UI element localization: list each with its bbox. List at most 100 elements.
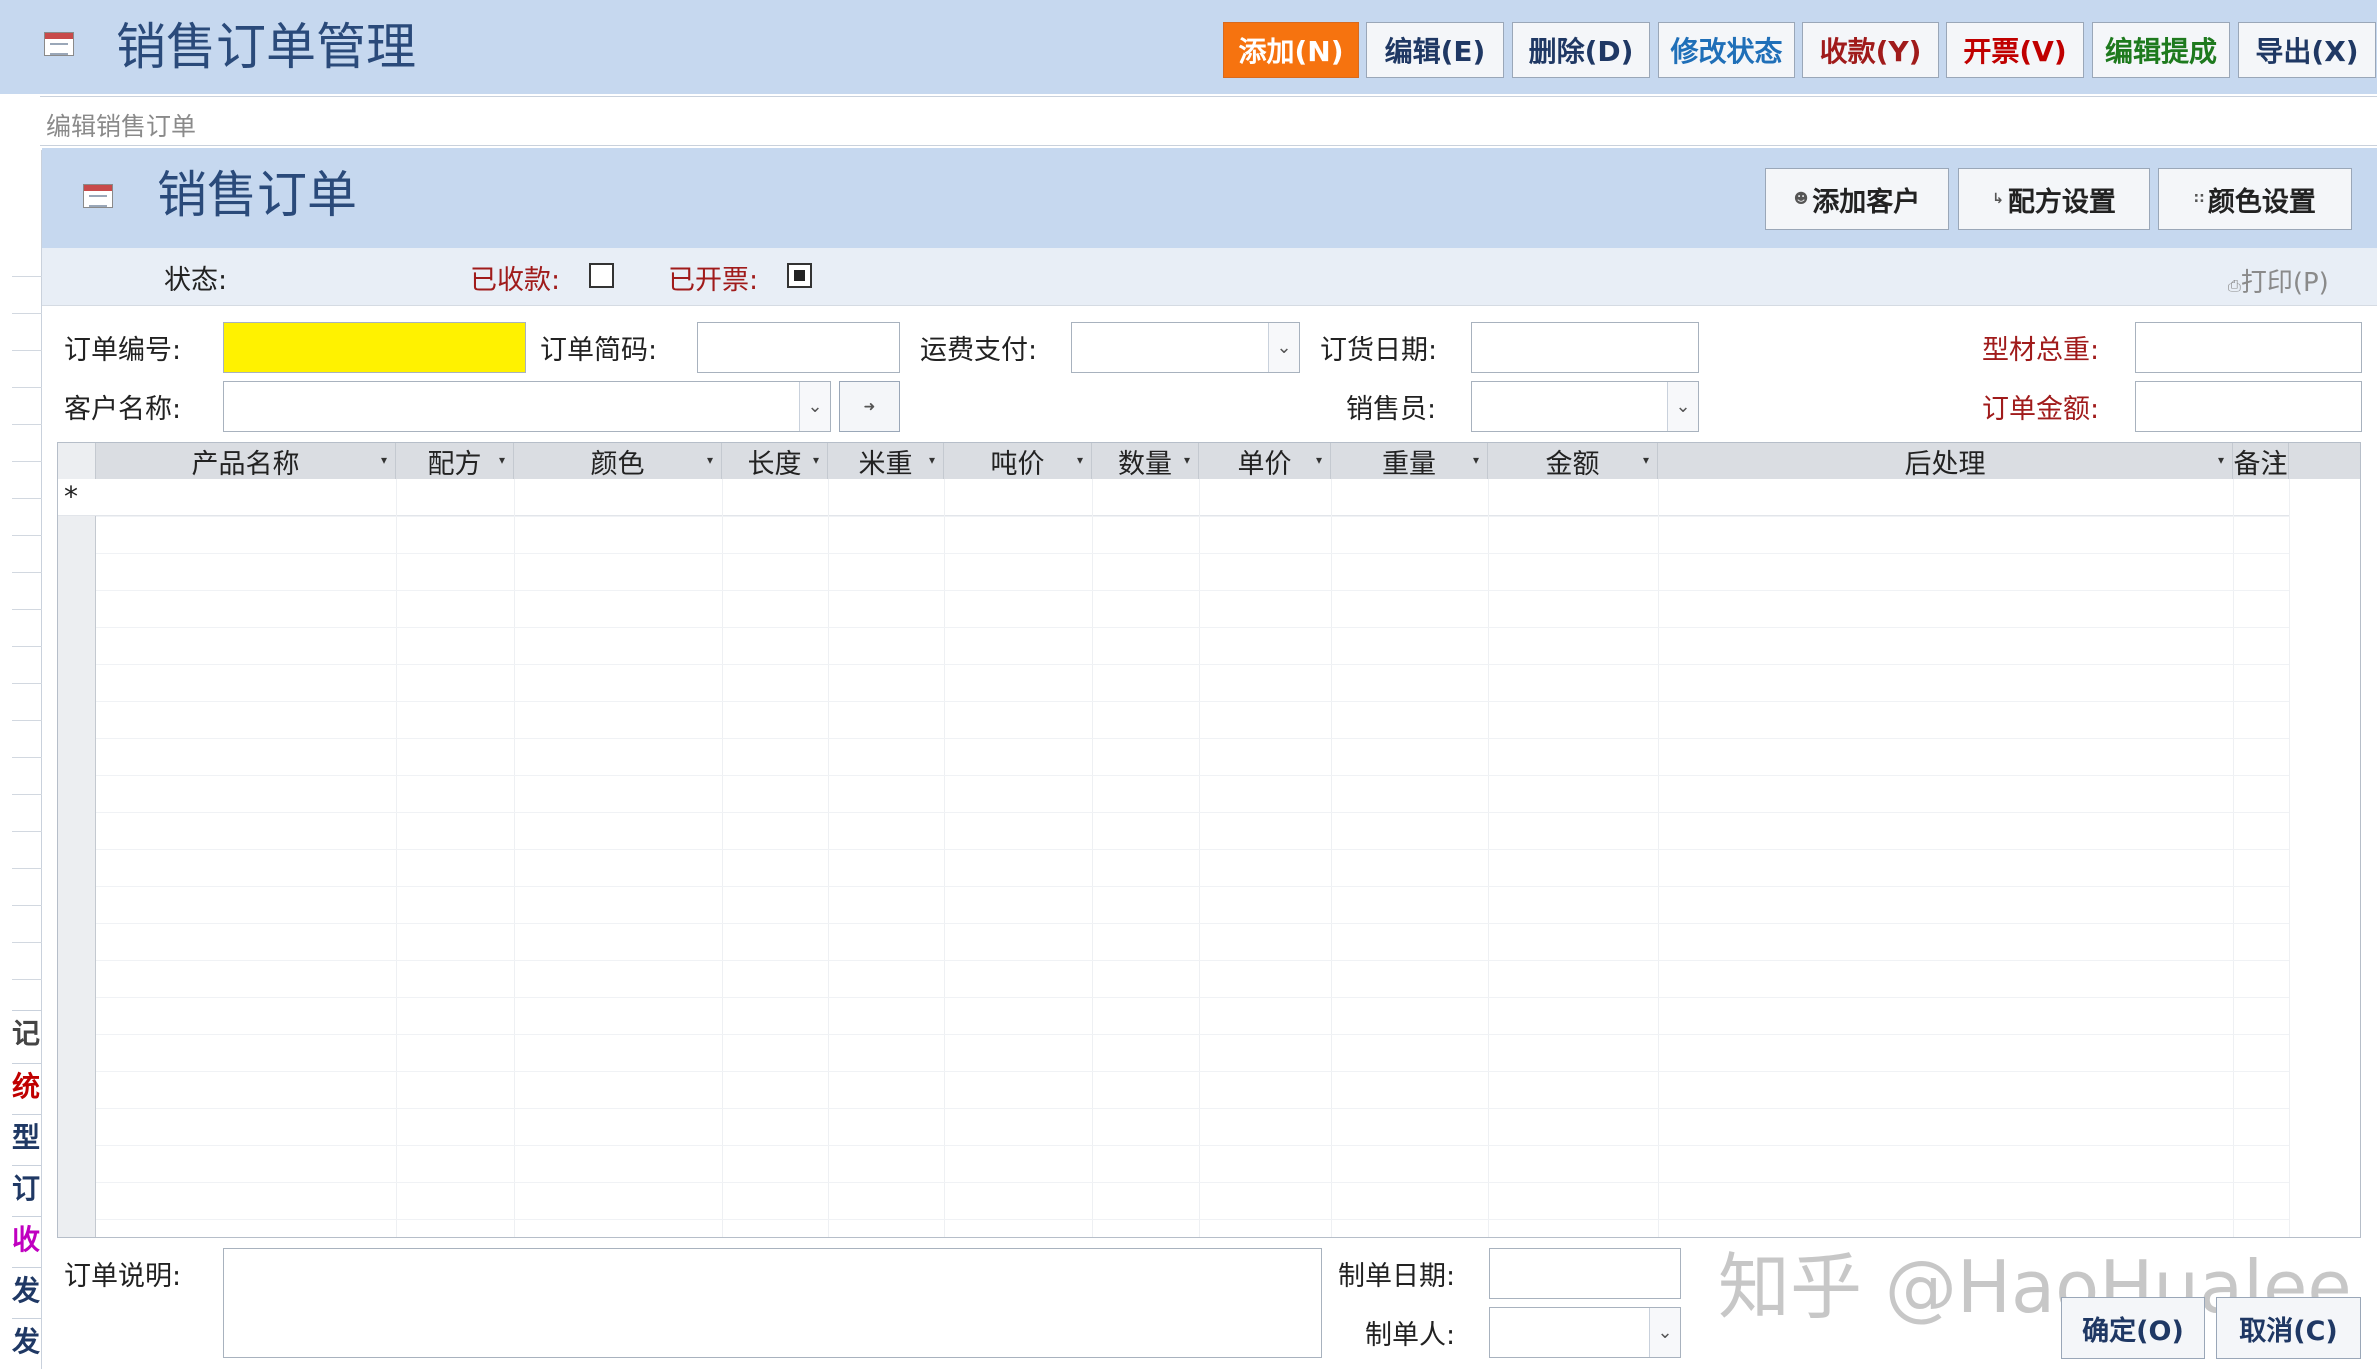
grid-row-line [96, 775, 2289, 776]
column-header-label: 金额 [1545, 448, 1600, 480]
nav-divider [12, 572, 42, 573]
filter-dropdown-icon[interactable]: ▾ [1077, 453, 1083, 467]
customer-dropdown[interactable]: ⌄ [223, 381, 831, 432]
column-header-label: 数量 [1118, 448, 1172, 480]
column-header-color[interactable]: 颜色 ▾ [514, 443, 722, 480]
nav-divider [12, 461, 42, 462]
grid-column-line [1199, 479, 1200, 1237]
confirm-button[interactable]: 确定(O) [2061, 1297, 2205, 1359]
column-header-amount[interactable]: 金额 ▾ [1488, 443, 1658, 480]
column-header-label: 吨价 [990, 448, 1045, 480]
order-code-field[interactable] [697, 322, 900, 373]
freight-dropdown[interactable]: ⌄ [1071, 322, 1300, 373]
background-nav-item[interactable]: 发 [12, 1267, 42, 1315]
filter-dropdown-icon[interactable]: ▾ [2274, 453, 2280, 467]
filter-dropdown-icon[interactable]: ▾ [1184, 453, 1190, 467]
invoiced-checkbox[interactable] [787, 263, 812, 288]
nav-divider [12, 979, 42, 980]
filter-dropdown-icon[interactable]: ▾ [929, 453, 935, 467]
receive-payment-button[interactable]: 收款(Y) [1802, 22, 1939, 78]
background-nav-item[interactable]: 收 [12, 1216, 42, 1264]
column-header-quantity[interactable]: 数量 ▾ [1092, 443, 1199, 480]
nav-divider [12, 609, 42, 610]
grid-row-line [96, 886, 2289, 887]
column-header-post-processing[interactable]: 后处理 ▾ [1658, 443, 2233, 480]
new-record-row[interactable] [58, 479, 2289, 516]
datasheet-header: 产品名称 ▾ 配方 ▾ 颜色 ▾ 长度 ▾ 米重 ▾ 吨价 ▾ 数量 ▾ 单价 ▾ 重量 ▾ 金额 ▾ 后处理 ▾ 备注 ▾ [58, 443, 2360, 480]
chevron-down-icon[interactable]: ⌄ [1268, 323, 1299, 372]
background-nav-item[interactable]: 型 [12, 1114, 42, 1162]
form-icon [83, 184, 113, 208]
order-date-label: 订货日期: [1320, 335, 1438, 366]
color-settings-button[interactable]: ∷ 颜色设置 [2158, 168, 2352, 230]
filter-dropdown-icon[interactable]: ▾ [1316, 453, 1322, 467]
nav-divider [12, 905, 42, 906]
document-tab-strip: 编辑销售订单 [40, 96, 2377, 146]
column-header-label: 单价 [1237, 448, 1292, 480]
created-date-label: 制单日期: [1338, 1261, 1456, 1292]
delete-button[interactable]: 删除(D) [1512, 22, 1650, 78]
nav-divider [12, 313, 42, 314]
status-label: 状态: [164, 265, 228, 296]
recipe-settings-button[interactable]: ↳ 配方设置 [1958, 168, 2150, 230]
creator-label: 制单人: [1365, 1320, 1456, 1351]
change-status-button[interactable]: 修改状态 [1658, 22, 1795, 78]
creator-dropdown[interactable]: ⌄ [1489, 1307, 1681, 1358]
note-label: 订单说明: [64, 1261, 182, 1292]
recipe-settings-icon: ↳ [1992, 191, 2004, 207]
created-date-field[interactable] [1489, 1248, 1681, 1299]
column-header-recipe[interactable]: 配方 ▾ [396, 443, 514, 480]
record-selector-column[interactable] [58, 443, 96, 1237]
recipe-settings-label: 配方设置 [2007, 186, 2116, 218]
background-nav-item[interactable]: 记 [12, 1010, 42, 1058]
filter-dropdown-icon[interactable]: ▾ [381, 453, 387, 467]
chevron-down-icon[interactable]: ⌄ [799, 382, 830, 431]
grid-row-line [96, 1182, 2289, 1183]
column-header-ton-price[interactable]: 吨价 ▾ [944, 443, 1092, 480]
order-code-label: 订单简码: [540, 335, 658, 366]
background-nav-item[interactable]: 发 [12, 1318, 42, 1366]
edit-commission-button[interactable]: 编辑提成 [2092, 22, 2230, 78]
freight-label: 运费支付: [920, 335, 1038, 366]
background-nav-item[interactable]: 统 [12, 1063, 42, 1111]
order-amount-field[interactable] [2135, 381, 2362, 432]
add-customer-button[interactable]: ☻ 添加客户 [1765, 168, 1949, 230]
add-button[interactable]: 添加(N) [1223, 22, 1359, 78]
order-no-field[interactable] [223, 322, 526, 373]
grid-row-line [96, 923, 2289, 924]
column-header-unit-price[interactable]: 单价 ▾ [1199, 443, 1331, 480]
grid-column-line [944, 479, 945, 1237]
order-date-field[interactable] [1471, 322, 1699, 373]
total-weight-field[interactable] [2135, 322, 2362, 373]
filter-dropdown-icon[interactable]: ▾ [813, 453, 819, 467]
add-customer-icon: ☻ [1793, 191, 1809, 207]
salesperson-dropdown[interactable]: ⌄ [1471, 381, 1699, 432]
nav-divider [12, 757, 42, 758]
column-header-weight[interactable]: 重量 ▾ [1331, 443, 1488, 480]
grid-column-line [1488, 479, 1489, 1237]
print-button[interactable]: ⎙打印(P) [2228, 262, 2329, 299]
filter-dropdown-icon[interactable]: ▾ [1643, 453, 1649, 467]
grid-column-line [1658, 479, 1659, 1237]
filter-dropdown-icon[interactable]: ▾ [1473, 453, 1479, 467]
edit-button[interactable]: 编辑(E) [1366, 22, 1504, 78]
chevron-down-icon[interactable]: ⌄ [1649, 1308, 1680, 1357]
chevron-down-icon[interactable]: ⌄ [1667, 382, 1698, 431]
column-header-meter-weight[interactable]: 米重 ▾ [828, 443, 944, 480]
column-header-remarks[interactable]: 备注 ▾ [2233, 443, 2289, 480]
column-header-length[interactable]: 长度 ▾ [722, 443, 828, 480]
background-nav-item[interactable]: 订 [12, 1165, 42, 1213]
column-header-product-name[interactable]: 产品名称 ▾ [96, 443, 396, 480]
filter-dropdown-icon[interactable]: ▾ [707, 453, 713, 467]
order-lines-datasheet[interactable]: 产品名称 ▾ 配方 ▾ 颜色 ▾ 长度 ▾ 米重 ▾ 吨价 ▾ 数量 ▾ 单价 ▾ 重量 ▾ 金额 ▾ 后处理 ▾ 备注 ▾ … [57, 442, 2361, 1238]
cancel-button[interactable]: 取消(C) [2216, 1297, 2361, 1359]
customer-go-button[interactable]: ➜ [839, 381, 900, 432]
filter-dropdown-icon[interactable]: ▾ [2218, 453, 2224, 467]
tab-edit-sales-order[interactable]: 编辑销售订单 [46, 107, 196, 143]
invoice-button[interactable]: 开票(V) [1946, 22, 2084, 78]
note-textarea[interactable] [223, 1248, 1322, 1358]
grid-row-line [96, 701, 2289, 702]
filter-dropdown-icon[interactable]: ▾ [499, 453, 505, 467]
paid-checkbox[interactable] [589, 263, 614, 288]
export-button[interactable]: 导出(X) [2238, 22, 2376, 78]
